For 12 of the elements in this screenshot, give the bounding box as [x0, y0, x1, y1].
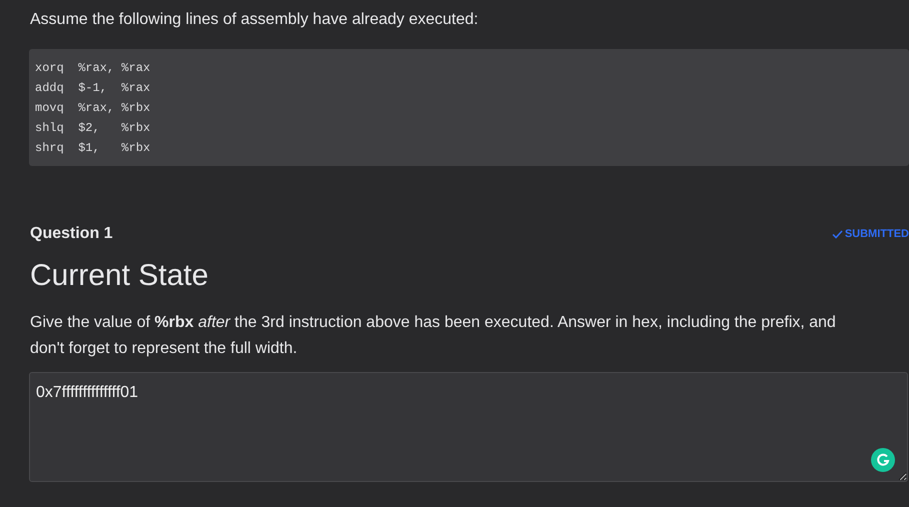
intro-text: Assume the following lines of assembly have already executed:	[30, 10, 480, 30]
code-line: addq $-1, %rax	[35, 80, 150, 97]
question-title: Current State	[30, 258, 210, 294]
status-label: SUBMITTED	[844, 226, 909, 242]
code-line: shlq $2, %rbx	[35, 120, 150, 137]
answer-field[interactable]: 0x7ffffffffffffff01	[29, 372, 908, 482]
grammar-icon[interactable]	[871, 448, 895, 472]
code-line: movq %rax, %rbx	[35, 100, 150, 117]
question-label: Question 1	[30, 224, 113, 244]
code-line: shrq $1, %rbx	[35, 140, 150, 157]
code-line: xorq %rax, %rax	[35, 60, 150, 77]
question-text: Give the value of %rbx after the 3rd instruction above has been executed. Answer in hex, including the prefix, and don't forget to represent the full width.	[30, 313, 837, 359]
